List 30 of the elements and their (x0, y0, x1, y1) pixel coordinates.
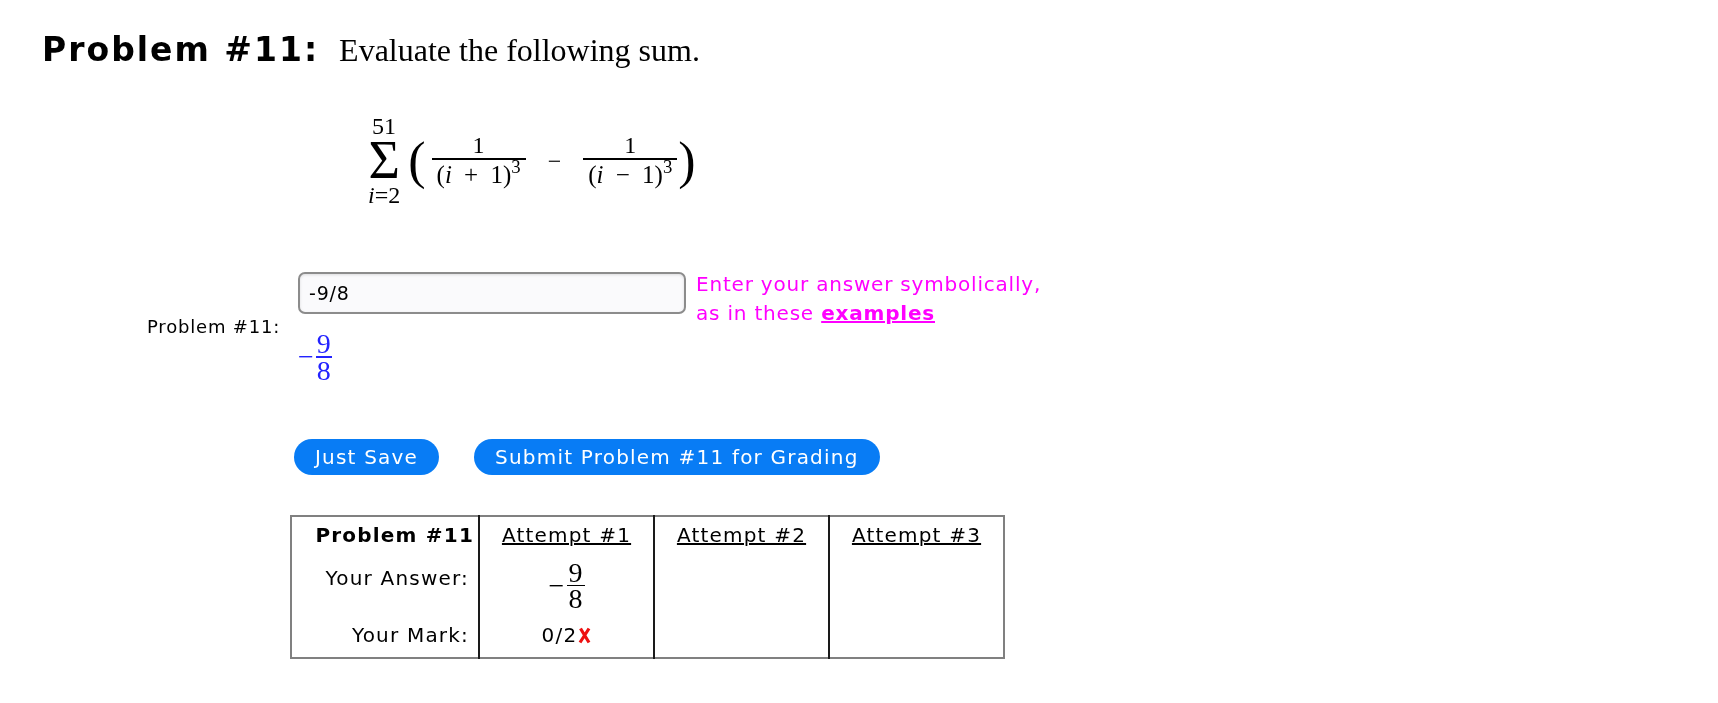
fraction-numerator: 1 (624, 132, 637, 159)
problem-title: Problem #11: (42, 30, 320, 70)
mark-score: 0/2 (541, 623, 578, 647)
fraction-denominator: 8 (315, 357, 332, 383)
right-parenthesis: ) (678, 135, 696, 187)
submit-button[interactable]: Submit Problem #11 for Grading (474, 438, 880, 475)
fraction-numerator: 9 (315, 331, 332, 356)
sum-upper-limit: 51 (372, 114, 397, 138)
fraction-denominator: (i + 1)$^{3}$ (435, 159, 522, 190)
summation-sign: Σ (368, 138, 400, 182)
minus-sign: − (547, 148, 562, 174)
answer-hint: Enter your answer symbolically, as in these examples (696, 271, 1043, 327)
row-label: Your Answer: (325, 565, 469, 590)
fraction-denominator: (i − 1)$^{3}$ (587, 159, 674, 190)
fraction-denominator: 8 (567, 586, 585, 611)
save-button[interactable]: Just Save (294, 438, 440, 475)
attempt-link[interactable]: Attempt #2 (676, 523, 807, 547)
sum-lower-limit: i=2 (368, 182, 401, 208)
left-parenthesis: ( (408, 135, 426, 187)
minus-sign: − (298, 344, 314, 370)
row-label: Your Mark: (351, 623, 469, 647)
fraction-numerator: 1 (472, 132, 485, 159)
answer-input[interactable]: -9/8 (298, 272, 686, 314)
answer-label: Problem #11: (147, 316, 280, 339)
table-title: Problem #11 (315, 523, 474, 547)
problem-statement: Evaluate the following sum. (339, 31, 700, 70)
minus-sign: − (548, 572, 566, 598)
fraction-numerator: 9 (567, 559, 585, 585)
attempt-link[interactable]: Attempt #1 (501, 523, 632, 547)
attempt-link[interactable]: Attempt #3 (851, 523, 982, 547)
